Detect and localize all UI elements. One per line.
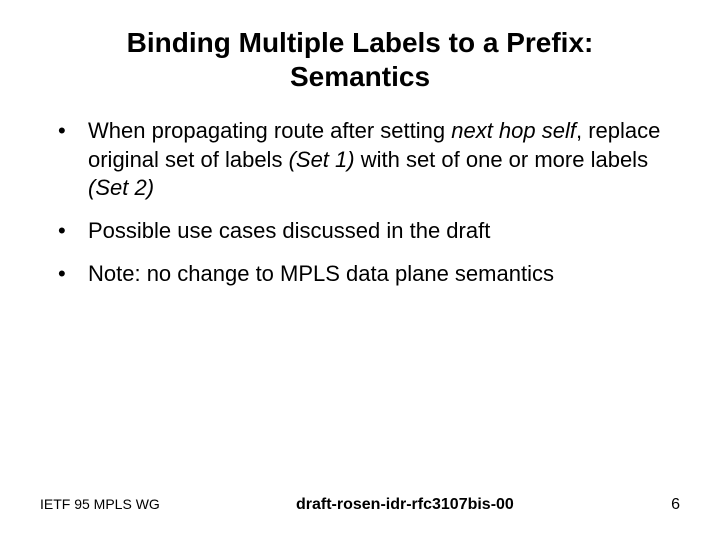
bullet-text: Note: no change to MPLS data plane seman… [88,261,554,286]
bullet-emph: next hop self [451,118,576,143]
bullet-emph: (Set 2) [88,175,154,200]
slide-title: Binding Multiple Labels to a Prefix: Sem… [40,26,680,93]
bullet-text: When propagating route after setting [88,118,451,143]
slide-footer: IETF 95 MPLS WG draft-rosen-idr-rfc3107b… [0,496,720,514]
bullet-text: Possible use cases discussed in the draf… [88,218,490,243]
slide: Binding Multiple Labels to a Prefix: Sem… [0,0,720,540]
title-line-2: Semantics [290,61,430,92]
bullet-emph: (Set 1) [289,147,355,172]
title-line-1: Binding Multiple Labels to a Prefix: [127,27,594,58]
bullet-list: When propagating route after setting nex… [40,117,680,288]
bullet-text: with set of one or more labels [355,147,648,172]
footer-page-number: 6 [650,496,680,514]
bullet-item: Possible use cases discussed in the draf… [40,217,680,246]
bullet-item: Note: no change to MPLS data plane seman… [40,260,680,289]
footer-center: draft-rosen-idr-rfc3107bis-00 [160,496,650,514]
bullet-item: When propagating route after setting nex… [40,117,680,203]
footer-left: IETF 95 MPLS WG [40,496,160,512]
